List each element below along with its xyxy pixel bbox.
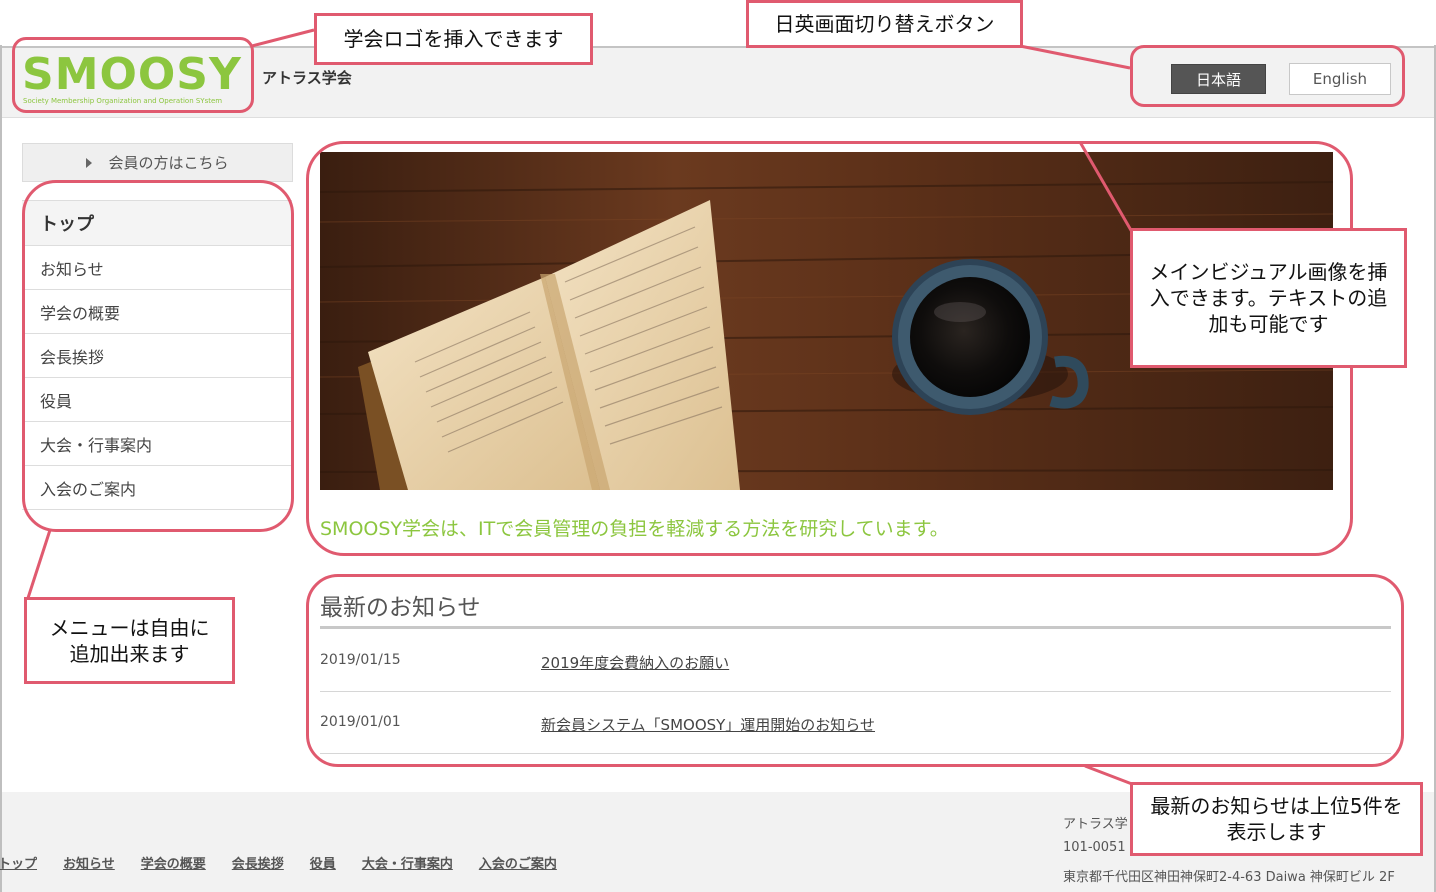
lang-callout-outline	[1130, 45, 1405, 107]
visual-annotation: メインビジュアル画像を挿入できます。テキストの追加も可能です	[1130, 228, 1407, 368]
logo-callout-outline	[12, 37, 254, 113]
footer-link-greeting[interactable]: 会長挨拶	[232, 853, 284, 872]
menu-annotation: メニューは自由に追加出来ます	[24, 597, 235, 684]
footer-link-overview[interactable]: 学会の概要	[141, 853, 206, 872]
member-login-button[interactable]: 会員の方はこちら	[22, 143, 293, 182]
footer-link-officers[interactable]: 役員	[310, 853, 336, 872]
footer-org-name: アトラス学	[1063, 817, 1128, 832]
footer-link-join[interactable]: 入会のご案内	[479, 853, 557, 872]
lang-annotation: 日英画面切り替えボタン	[746, 0, 1023, 48]
footer-link-news[interactable]: お知らせ	[63, 853, 115, 872]
footer-postal-code: 101-0051	[1063, 840, 1126, 855]
member-login-label: 会員の方はこちら	[108, 154, 229, 172]
logo-annotation: 学会ロゴを挿入できます	[314, 13, 593, 65]
news-callout-outline	[306, 574, 1404, 767]
footer-nav: トップ お知らせ 学会の概要 会長挨拶 役員 大会・行事案内 入会のご案内	[0, 853, 583, 872]
footer-link-events[interactable]: 大会・行事案内	[362, 853, 453, 872]
footer-link-top[interactable]: トップ	[0, 853, 37, 872]
footer-address: 東京都千代田区神田神保町2-4-63 Daiwa 神保町ビル 2F	[1063, 870, 1395, 885]
site-name: アトラス学会	[262, 69, 352, 87]
menu-callout-outline	[22, 180, 294, 532]
triangle-right-icon	[86, 157, 93, 168]
news-annotation: 最新のお知らせは上位5件を表示します	[1130, 782, 1423, 856]
